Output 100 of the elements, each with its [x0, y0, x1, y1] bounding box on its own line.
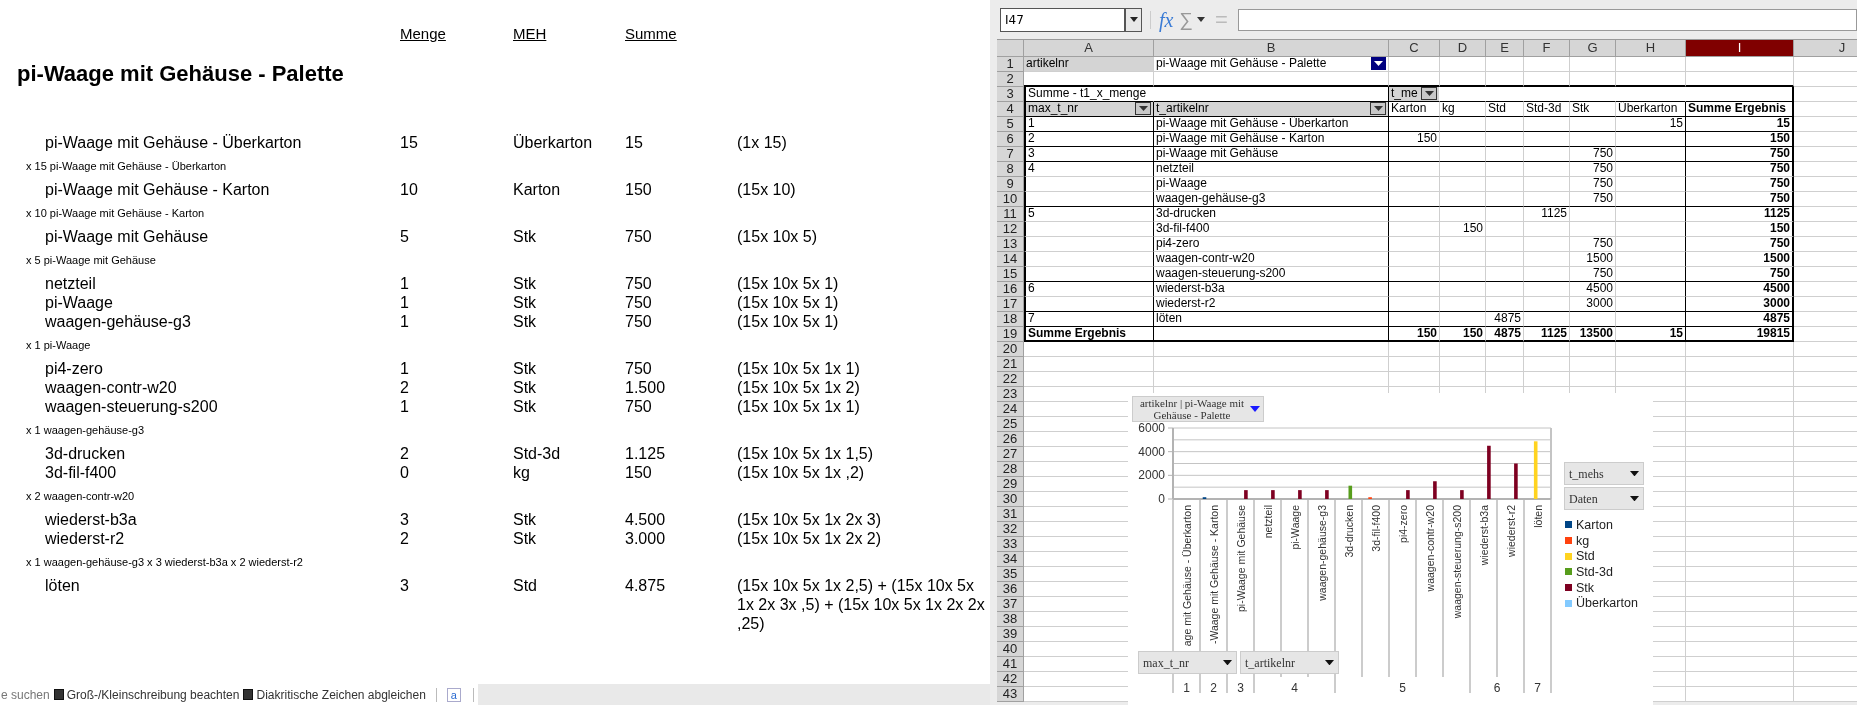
row-header[interactable]: 18	[997, 312, 1024, 327]
row-header[interactable]: 9	[997, 177, 1024, 192]
row-header[interactable]: 16	[997, 282, 1024, 297]
field-button[interactable]: Daten	[1564, 487, 1644, 510]
row-header[interactable]: 34	[997, 552, 1024, 567]
table-cell: 750	[1570, 192, 1616, 207]
column-header[interactable]: H	[1616, 40, 1686, 57]
column-header[interactable]: C	[1389, 40, 1440, 57]
row-header[interactable]: 37	[997, 597, 1024, 612]
table-cell	[1440, 72, 1486, 87]
row-header[interactable]: 43	[997, 687, 1024, 702]
match-icon[interactable]: a	[446, 687, 461, 702]
row-header[interactable]: 7	[997, 147, 1024, 162]
row-header[interactable]: 17	[997, 297, 1024, 312]
filter-button[interactable]: artikelnr | pi-Waage mit Gehäuse - Palette	[1132, 396, 1264, 422]
item-name: waagen-contr-w20	[45, 379, 177, 396]
row-header[interactable]: 10	[997, 192, 1024, 207]
row-header[interactable]: 30	[997, 492, 1024, 507]
row-header[interactable]: 15	[997, 267, 1024, 282]
checkbox-option[interactable]: Groß-/Kleinschreibung beachten	[53, 685, 240, 704]
axis-label: pi4-zero	[1396, 505, 1409, 543]
row-header[interactable]: 28	[997, 462, 1024, 477]
column-header[interactable]: I	[1686, 40, 1794, 57]
table-cell	[1486, 57, 1524, 72]
column-header[interactable]: A	[1024, 40, 1154, 57]
column-header[interactable]: G	[1570, 40, 1616, 57]
row-header[interactable]: 26	[997, 432, 1024, 447]
row-header[interactable]: 42	[997, 672, 1024, 687]
row-header[interactable]: 41	[997, 657, 1024, 672]
unit-value: Karton	[513, 181, 561, 198]
row-header[interactable]: 29	[997, 477, 1024, 492]
row-header[interactable]: 27	[997, 447, 1024, 462]
table-cell	[1616, 207, 1686, 222]
row-header[interactable]: 19	[997, 327, 1024, 342]
row-header[interactable]: 35	[997, 567, 1024, 582]
row-header[interactable]: 24	[997, 402, 1024, 417]
group-label: 5	[1399, 681, 1406, 695]
row-header[interactable]: 21	[997, 357, 1024, 372]
column-header[interactable]: B	[1154, 40, 1389, 57]
row-header[interactable]: 5	[997, 117, 1024, 132]
row-header[interactable]: 31	[997, 507, 1024, 522]
dropdown-button[interactable]	[1371, 57, 1386, 70]
quantity-value: 1	[400, 275, 409, 292]
table-cell	[1389, 192, 1440, 207]
caret-icon[interactable]	[1197, 17, 1205, 22]
column-header[interactable]: F	[1524, 40, 1570, 57]
table-cell	[1486, 132, 1524, 147]
row-header[interactable]: 39	[997, 627, 1024, 642]
row-header[interactable]: 3	[997, 87, 1024, 102]
axis-label: 2000	[1138, 468, 1165, 483]
row-header[interactable]: 23	[997, 387, 1024, 402]
row-header[interactable]: 25	[997, 417, 1024, 432]
caret-icon	[1250, 406, 1260, 412]
row-header[interactable]: 4	[997, 102, 1024, 117]
row-header[interactable]: 32	[997, 522, 1024, 537]
checkbox[interactable]	[53, 689, 64, 700]
dropdown-button[interactable]	[1421, 87, 1437, 100]
field-button[interactable]: t_mehs	[1564, 462, 1644, 485]
row-header[interactable]: 6	[997, 132, 1024, 147]
table-cell	[1616, 357, 1686, 372]
item-name: pi-Waage mit Gehäuse - Karton	[45, 181, 270, 198]
field-button[interactable]: t_artikelnr	[1240, 651, 1339, 674]
dropdown-button[interactable]	[1370, 102, 1386, 115]
column-header[interactable]: D	[1440, 40, 1486, 57]
row-header[interactable]: 13	[997, 237, 1024, 252]
table-cell	[1616, 297, 1686, 312]
column-header[interactable]: E	[1486, 40, 1524, 57]
table-cell: pi-Waage	[1154, 177, 1389, 192]
row-header[interactable]: 8	[997, 162, 1024, 177]
row-header[interactable]: 1	[997, 57, 1024, 72]
row-header[interactable]: 36	[997, 582, 1024, 597]
row-header[interactable]: 33	[997, 537, 1024, 552]
axis-label: waagen-contr-w20	[1423, 505, 1436, 592]
chart-bar	[1487, 445, 1491, 499]
function-wizard-button[interactable]: fx	[1159, 8, 1174, 31]
row-header[interactable]: 40	[997, 642, 1024, 657]
table-cell: 3d-fil-f400	[1154, 222, 1389, 237]
row-header[interactable]: 22	[997, 372, 1024, 387]
field-button[interactable]: max_t_nr	[1138, 651, 1237, 674]
row-header[interactable]: 38	[997, 612, 1024, 627]
row-header[interactable]: 20	[997, 342, 1024, 357]
section-note: x 2 waagen-contr-w20	[26, 490, 135, 502]
checkbox[interactable]	[243, 689, 254, 700]
row-header[interactable]: 2	[997, 72, 1024, 87]
row-header[interactable]: 14	[997, 252, 1024, 267]
table-cell	[1570, 57, 1616, 72]
dropdown-button[interactable]	[1125, 7, 1142, 32]
table-cell: 750	[1570, 267, 1616, 282]
formula-input[interactable]	[1237, 8, 1857, 31]
table-cell: 750	[1570, 177, 1616, 192]
table-cell: pi-Waage mit Gehäuse	[1154, 147, 1389, 162]
row-header[interactable]: 12	[997, 222, 1024, 237]
name-box[interactable]: I47	[1000, 7, 1125, 32]
table-cell: 4500	[1570, 282, 1616, 297]
row-header[interactable]: 11	[997, 207, 1024, 222]
caret-icon	[1223, 659, 1232, 666]
table-cell	[1440, 312, 1486, 327]
column-header[interactable]: J	[1794, 40, 1857, 57]
dropdown-button[interactable]	[1135, 102, 1151, 115]
checkbox-option[interactable]: Diakritische Zeichen abgleichen	[243, 685, 426, 704]
